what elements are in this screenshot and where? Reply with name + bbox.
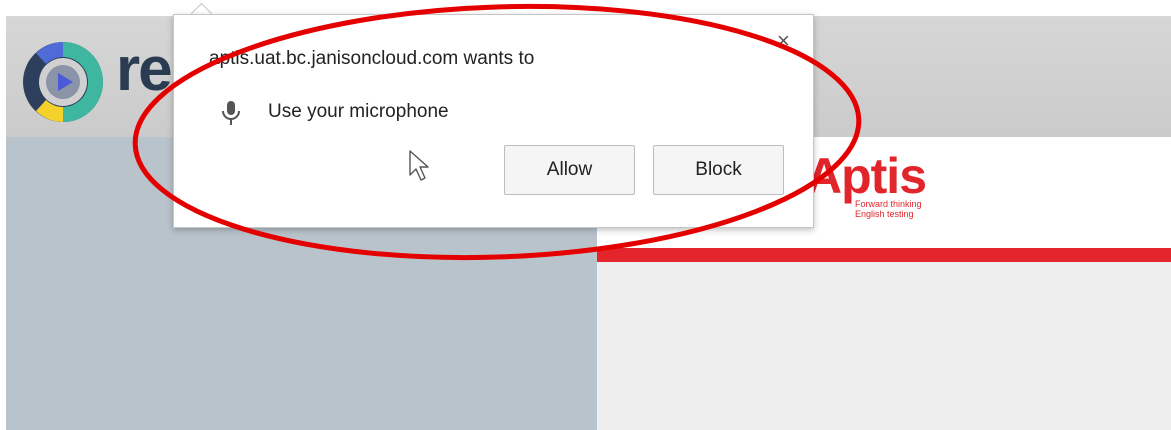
app-logo-icon: [23, 42, 103, 122]
aptis-tagline-line-2: English testing: [855, 209, 914, 219]
block-button[interactable]: Block: [653, 145, 784, 195]
dialog-title: aptis.uat.bc.janisoncloud.com wants to: [209, 48, 535, 69]
aptis-logo: Aptis: [806, 148, 927, 204]
close-icon[interactable]: ×: [777, 30, 790, 52]
mouse-cursor-icon: [409, 150, 429, 181]
permission-dialog: aptis.uat.bc.janisoncloud.com wants to ×…: [173, 14, 814, 228]
aptis-tagline: Forward thinking English testing: [855, 199, 935, 219]
permission-label: Use your microphone: [268, 101, 449, 122]
allow-button[interactable]: Allow: [504, 145, 635, 195]
aptis-red-bar: [597, 248, 1171, 262]
aptis-tagline-line-1: Forward thinking: [855, 199, 922, 209]
microphone-icon: [222, 101, 240, 125]
